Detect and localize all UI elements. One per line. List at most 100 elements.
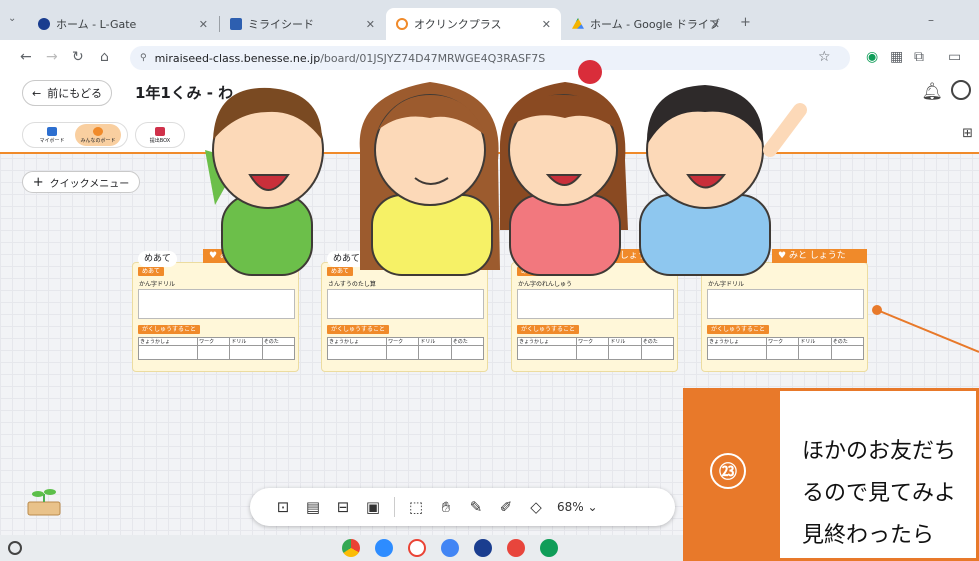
table-cell[interactable] [766,345,800,360]
table-cell[interactable] [798,345,832,360]
zoom-select[interactable]: 68% ⌄ [557,500,598,514]
tab-label: オクリンクプラス [414,18,502,31]
home-icon[interactable]: ⌂ [100,49,109,65]
submission-box-button[interactable]: 提出BOX [135,122,185,148]
forward-arrow-icon[interactable]: → [46,49,58,65]
table-cell[interactable] [418,345,452,360]
launcher-icon[interactable] [8,541,22,555]
study-table[interactable]: きょうかしょ ワーク ドリル そのた [516,337,675,360]
table-cell[interactable] [326,345,388,360]
minimize-icon[interactable]: – [928,12,934,28]
bookmark-star-icon[interactable]: ☆ [818,49,831,65]
eraser-icon[interactable]: ◇ [521,498,551,516]
tab-oclink[interactable]: オクリンクプラス ✕ [386,8,561,40]
col-header: そのた [261,337,296,346]
close-icon[interactable]: ✕ [366,18,375,31]
zoom-icon[interactable] [375,539,393,557]
bell-icon[interactable]: 🔔︎ [921,82,943,102]
gmail-icon[interactable] [408,539,426,557]
add-book-icon[interactable]: ⊟ [328,498,358,516]
add-card-icon[interactable]: ⊡ [268,498,298,516]
new-tab-button[interactable]: + [740,15,751,31]
tab-search-icon[interactable]: ⌄ [8,11,16,27]
table-cell[interactable] [830,345,865,360]
segment-everyone-board[interactable]: みんなのボード [75,124,121,146]
segment-label: マイボード [39,137,65,144]
reload-icon[interactable]: ↻ [72,49,84,65]
goal-field[interactable] [327,289,484,319]
board-title: 1年1くみ - わ [135,82,233,103]
chrome-icon[interactable] [342,539,360,557]
marker-icon[interactable]: ✐ [491,498,521,516]
study-table[interactable]: きょうかしょ ワーク ドリル そのた [137,337,296,360]
back-button[interactable]: ← 前にもどる [22,80,112,106]
extension-icon[interactable]: ◉ [866,49,878,65]
table-cell[interactable] [706,345,768,360]
site-info-icon[interactable]: ⚲ [140,53,147,63]
goal-tag: めあて [707,267,733,276]
col-header: ワーク [197,337,231,346]
study-table[interactable]: きょうかしょ ワーク ドリル そのた [706,337,865,360]
quick-menu-button[interactable]: + クイックメニュー [22,171,140,193]
col-header: ワーク [766,337,800,346]
inbox-icon [155,126,165,136]
student-name: みと しょうた [598,251,656,261]
chevron-down-icon: ⌄ [587,500,598,514]
table-cell[interactable] [640,345,675,360]
table-cell[interactable] [137,345,199,360]
canvas-icon[interactable] [507,539,525,557]
add-media-icon[interactable]: ▤ [298,498,328,516]
table-cell[interactable] [197,345,231,360]
table-cell[interactable] [576,345,610,360]
goal-field[interactable] [707,289,864,319]
goal-field[interactable] [138,289,295,319]
back-arrow-icon[interactable]: ← [20,49,32,65]
pen-icon[interactable]: ✎ [461,498,491,516]
back-arrow-icon: ← [32,86,42,100]
tab-label: ミライシード [248,18,314,31]
close-icon[interactable]: ✕ [199,18,208,31]
address-bar[interactable]: ⚲ miraiseed-class.benesse.ne.jp/board/01… [130,46,850,70]
goal-tag: めあて [138,267,164,276]
student-card[interactable]: めあて ♥ みと しょうた めあて かん字ドリル がくしゅうすること きょうかし… [701,249,868,372]
docs-icon[interactable] [441,539,459,557]
sidepanel-icon[interactable]: ▦ [890,49,903,65]
table-cell[interactable] [229,345,263,360]
drawing-toolbar: ⊡ ▤ ⊟ ▣ ⬚ ✋︎ ✎ ✐ ◇ 68% ⌄ [250,488,675,526]
tab-lgate[interactable]: ホーム - L-Gate ✕ [28,8,218,40]
goal-field[interactable] [517,289,674,319]
col-header: ドリル [418,337,452,346]
cast-icon[interactable]: ▭ [948,49,961,65]
instruction-text: ほかのお友だち るので見てみよ 見終わったら [802,431,979,557]
close-icon[interactable]: ✕ [542,18,551,31]
account-icon[interactable] [951,80,971,100]
table-cell[interactable] [450,345,485,360]
browser-tab-strip: ⌄ ホーム - L-Gate ✕ ミライシード ✕ オクリンクプラス ✕ ホーム… [0,0,979,40]
hand-icon[interactable]: ✋︎ [431,498,461,516]
select-icon[interactable]: ⬚ [401,498,431,516]
table-cell[interactable] [386,345,420,360]
goal-text: かん字ドリル [708,281,745,288]
zoom-value: 68% [557,500,584,514]
close-icon[interactable]: ✕ [711,18,720,31]
student-card[interactable]: めあて ♥ みと しょうた めあて かん字ドリル がくしゅうすること きょうかし… [132,249,299,372]
inbox-label: 提出BOX [149,137,171,144]
tab-google-drive[interactable]: ホーム - Google ドライブ ✕ [562,8,730,40]
table-cell[interactable] [261,345,296,360]
puzzle-icon[interactable]: ⧉ [914,49,924,65]
lgate-icon[interactable] [474,539,492,557]
browser-toolbar: ← → ↻ ⌂ ⚲ miraiseed-class.benesse.ne.jp /… [0,40,979,74]
lgate-favicon-icon [38,18,50,30]
table-cell[interactable] [516,345,578,360]
study-table[interactable]: きょうかしょ ワーク ドリル そのた [326,337,485,360]
classroom-icon[interactable] [540,539,558,557]
student-name: みと しょうた [219,251,277,261]
tab-miraiseed[interactable]: ミライシード ✕ [220,8,385,40]
table-cell[interactable] [608,345,642,360]
add-pdf-icon[interactable]: ▣ [358,498,388,516]
student-card[interactable]: めあて ♥ みと しょうた めあて かん字のれんしゅう がくしゅうすること きょ… [511,249,678,372]
segment-my-board[interactable]: マイボード [29,124,75,146]
student-card[interactable]: めあて ♥ みと しょうた めあて さんすうのたし算 がくしゅうすること きょう… [321,249,488,372]
grid-view-icon[interactable]: ⊞ [962,126,973,141]
step-number-badge: ㉓ [710,453,746,489]
